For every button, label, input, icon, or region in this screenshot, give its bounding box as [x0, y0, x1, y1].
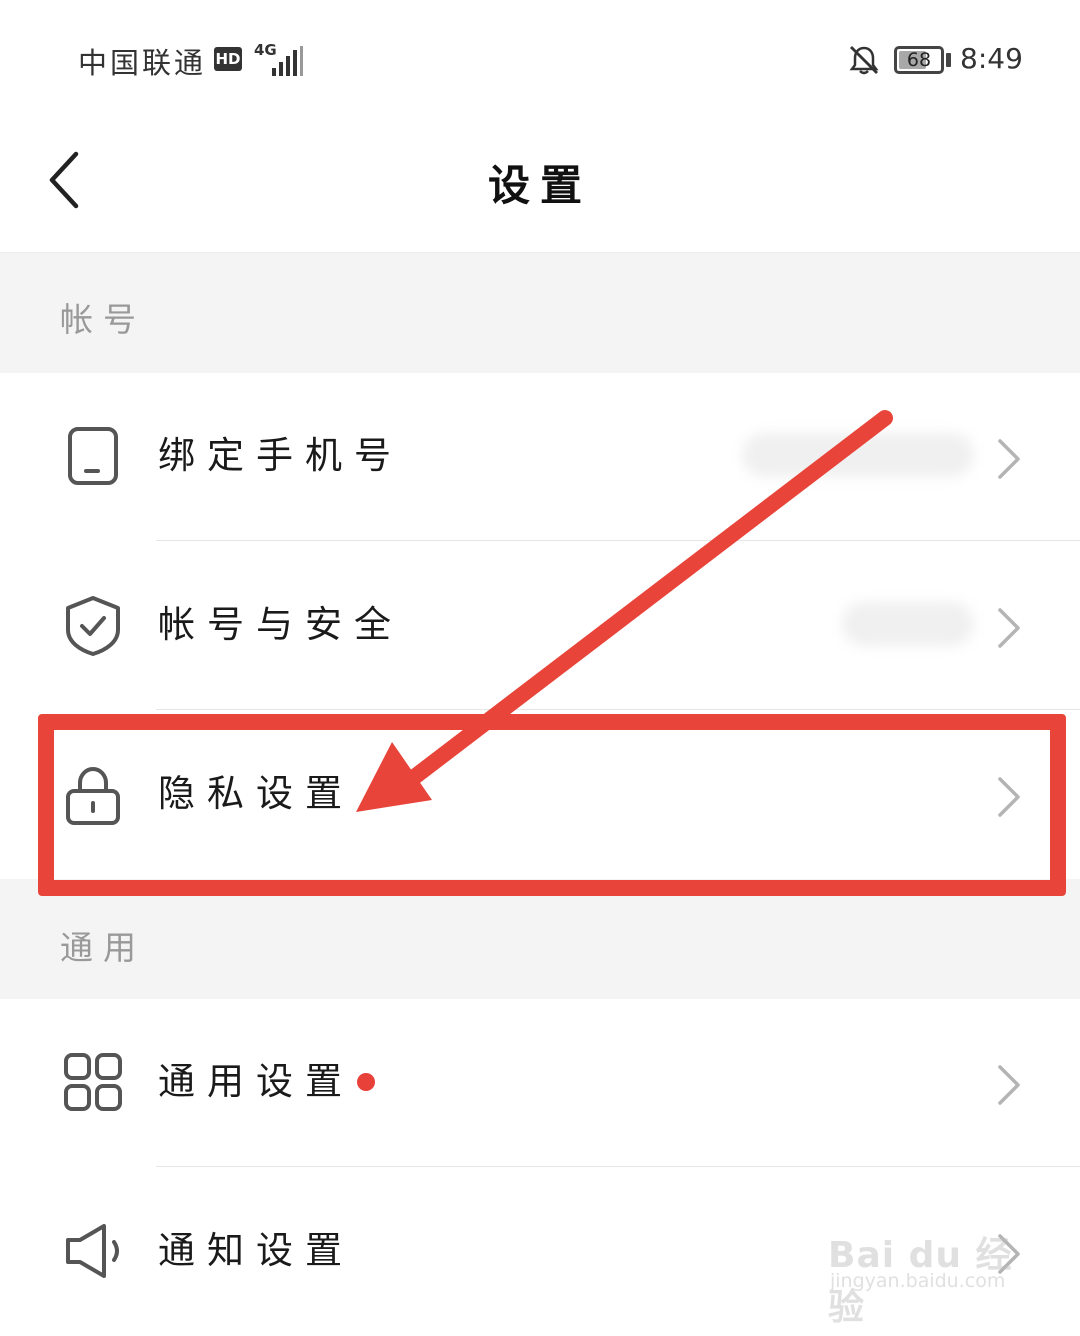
- row-general-settings[interactable]: 通用设置: [0, 999, 1080, 1167]
- chevron-right-icon: [998, 439, 1020, 479]
- phone-icon: [68, 427, 118, 485]
- carrier-name: 中国联通: [78, 46, 207, 80]
- phone-number-value: [742, 433, 974, 477]
- signal-icon: [272, 46, 303, 76]
- divider: [156, 709, 1080, 710]
- divider: [156, 1166, 1080, 1167]
- red-dot-badge: [357, 1073, 375, 1091]
- row-label: 绑定手机号: [158, 434, 403, 477]
- status-bar: 中国联通 HD 4G 68 8:49: [0, 0, 1080, 120]
- section-label: 通用: [60, 928, 146, 967]
- bell-off-icon: [849, 46, 879, 75]
- chevron-right-icon: [998, 608, 1020, 648]
- row-bind-phone[interactable]: 绑定手机号: [0, 373, 1080, 541]
- clock: 8:49: [960, 42, 1023, 75]
- highlight-box: [38, 714, 1066, 896]
- shield-check-icon: [66, 596, 120, 656]
- section-header-general: 通用: [0, 879, 1080, 999]
- section-label: 帐号: [60, 300, 146, 339]
- page-title: 设置: [487, 161, 592, 210]
- battery-tip: [946, 53, 951, 67]
- watermark-url: jingyan.baidu.com: [830, 1270, 1006, 1292]
- chevron-right-icon: [998, 1065, 1020, 1105]
- row-label: 通用设置: [158, 1060, 354, 1103]
- watermark: Bai du 经验 jingyan.baidu.com: [828, 1200, 1028, 1328]
- battery-level: 68: [906, 49, 932, 71]
- account-security-value: [842, 602, 974, 646]
- row-account-security[interactable]: 帐号与安全: [0, 542, 1080, 710]
- hd-badge: HD: [214, 47, 242, 71]
- section-header-account: 帐号: [0, 253, 1080, 373]
- row-label: 帐号与安全: [158, 603, 403, 646]
- grid-icon: [64, 1053, 122, 1111]
- row-label: 通知设置: [158, 1229, 354, 1272]
- speaker-icon: [66, 1224, 119, 1278]
- divider: [156, 540, 1080, 541]
- app-header: 设置: [0, 120, 1080, 253]
